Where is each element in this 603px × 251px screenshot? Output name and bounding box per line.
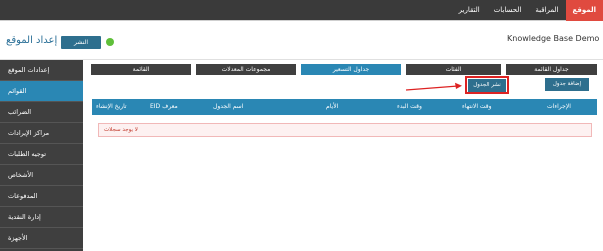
tab-categories[interactable]: الفئات	[406, 64, 501, 75]
highlight-box	[465, 76, 509, 94]
sidebar: إعدادات الموقع القوائم الضرائب مراكز الإ…	[0, 60, 83, 251]
top-nav: الموقع المراقبة الحسابات التقارير	[452, 0, 603, 21]
page-title: إعداد الموقع	[6, 35, 58, 46]
sidebar-item-menus[interactable]: القوائم	[0, 81, 83, 102]
sidebar-item-taxes[interactable]: الضرائب	[0, 102, 83, 123]
topnav-item-monitoring[interactable]: المراقبة	[528, 0, 565, 21]
topnav-item-reports[interactable]: التقارير	[452, 0, 487, 21]
sidebar-item-people[interactable]: الأشخاص	[0, 165, 83, 186]
publish-button[interactable]: النشر	[61, 36, 101, 49]
tab-price-schedules[interactable]: جداول التسعير	[301, 64, 401, 75]
tab-menu-schedules[interactable]: جداول القائمة	[506, 64, 597, 75]
status-indicator	[106, 38, 114, 46]
sidebar-item-cash-management[interactable]: إدارة النقدية	[0, 207, 83, 228]
topnav-item-site[interactable]: الموقع	[565, 0, 603, 21]
table-header: الإجراءات وقت الانتهاء وقت البدء الأيام …	[92, 99, 597, 115]
column-header-eid[interactable]: EID معرف	[150, 99, 178, 115]
empty-state-row: لا يوجد سجلات	[98, 123, 592, 137]
sidebar-item-payments[interactable]: المدفوعات	[0, 186, 83, 207]
tab-menu[interactable]: القائمة	[91, 64, 191, 75]
sidebar-item-site-settings[interactable]: إعدادات الموقع	[0, 60, 83, 81]
app-title: Knowledge Base Demo	[507, 34, 600, 43]
main-content: القائمة مجموعات المعدلات جداول التسعير ا…	[84, 61, 603, 251]
empty-state-message: لا يوجد سجلات	[104, 127, 138, 133]
pointer-arrow-icon	[405, 82, 462, 91]
topnav-item-accounts[interactable]: الحسابات	[487, 0, 529, 21]
sidebar-item-revenue-centers[interactable]: مراكز الإيرادات	[0, 123, 83, 144]
column-header-start-time[interactable]: وقت البدء	[397, 99, 422, 115]
column-header-schedule-name[interactable]: اسم الجدول	[213, 99, 243, 115]
sidebar-item-devices[interactable]: الأجهزة	[0, 228, 83, 249]
add-schedule-button[interactable]: إضافة جدول	[545, 78, 589, 91]
tab-rate-groups[interactable]: مجموعات المعدلات	[196, 64, 296, 75]
column-header-actions[interactable]: الإجراءات	[547, 99, 571, 115]
top-bar: الموقع المراقبة الحسابات التقارير	[0, 0, 603, 21]
header: Knowledge Base Demo إعداد الموقع النشر	[0, 22, 603, 60]
tab-bar: القائمة مجموعات المعدلات جداول التسعير ا…	[91, 64, 597, 76]
column-header-end-time[interactable]: وقت الانتهاء	[462, 99, 492, 115]
sidebar-item-order-routing[interactable]: توجيه الطلبات	[0, 144, 83, 165]
column-header-days[interactable]: الأيام	[326, 99, 338, 115]
column-header-created-date[interactable]: تاريخ الإنشاء	[96, 99, 127, 115]
